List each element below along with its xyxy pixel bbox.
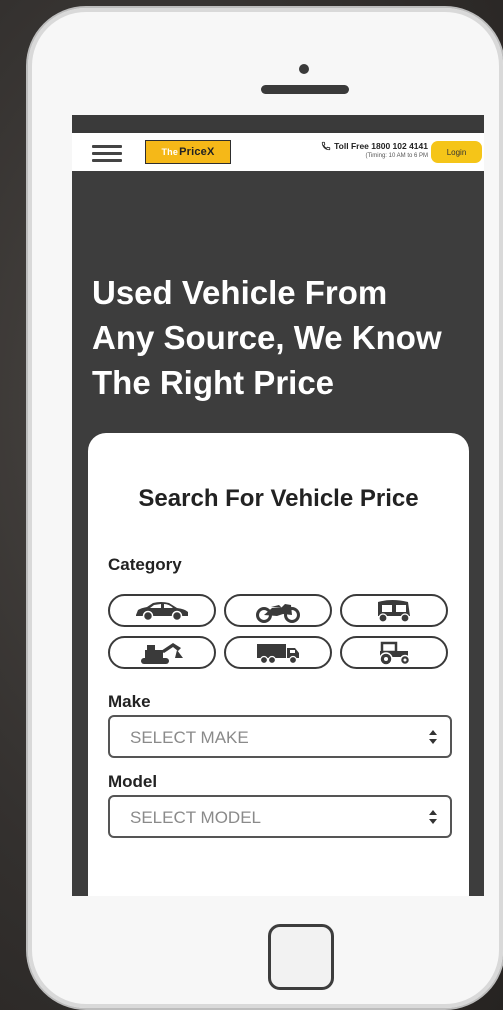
logo[interactable]: The PriceX [145, 140, 231, 164]
navbar: The PriceX Toll Free 1800 102 4141 (Timi… [72, 133, 484, 171]
sort-arrows-icon [429, 730, 437, 744]
home-button[interactable] [268, 924, 334, 990]
toll-free-number[interactable]: Toll Free 1800 102 4141 [334, 141, 428, 151]
hero-heading: Used Vehicle From Any Source, We Know Th… [92, 270, 477, 405]
tractor-icon [379, 641, 411, 666]
excavator-icon [141, 642, 183, 664]
hero-line-3: The Right Price [92, 364, 335, 401]
category-car-button[interactable] [108, 594, 216, 627]
hero-line-2: Any Source, We Know [92, 319, 442, 356]
status-bar [72, 115, 484, 133]
motorcycle-icon [256, 603, 300, 623]
screen: The PriceX Toll Free 1800 102 4141 (Timi… [72, 115, 484, 896]
model-select[interactable]: SELECT MODEL [108, 795, 452, 838]
auto-rickshaw-icon [378, 599, 410, 623]
hamburger-menu-icon[interactable] [92, 145, 122, 162]
toll-free-info: Toll Free 1800 102 4141 (Timing: 10 AM t… [300, 141, 428, 159]
search-title: Search For Vehicle Price [138, 485, 419, 512]
camera [299, 64, 309, 74]
car-icon [136, 601, 188, 621]
category-truck-button[interactable] [224, 636, 332, 669]
logo-name: PriceX [179, 146, 215, 158]
make-select-value: SELECT MAKE [130, 728, 249, 747]
category-label: Category [108, 555, 182, 574]
make-label: Make [108, 692, 151, 711]
speaker [261, 85, 349, 94]
model-select-value: SELECT MODEL [130, 808, 262, 827]
hero-line-1: Used Vehicle From [92, 274, 388, 311]
model-label: Model [108, 772, 158, 791]
logo-the: The [161, 147, 179, 157]
make-select[interactable]: SELECT MAKE [108, 715, 452, 758]
timing-text: (Timing: 10 AM to 6 PM [365, 153, 428, 159]
truck-icon [257, 643, 299, 664]
category-auto-button[interactable] [340, 594, 448, 627]
category-tractor-button[interactable] [340, 636, 448, 669]
phone-icon [321, 141, 331, 151]
category-construction-button[interactable] [108, 636, 216, 669]
sort-arrows-icon [429, 810, 437, 824]
search-card: Search For Vehicle Price Category Make S… [88, 433, 469, 896]
category-bike-button[interactable] [224, 594, 332, 627]
login-button[interactable]: Login [431, 141, 482, 163]
